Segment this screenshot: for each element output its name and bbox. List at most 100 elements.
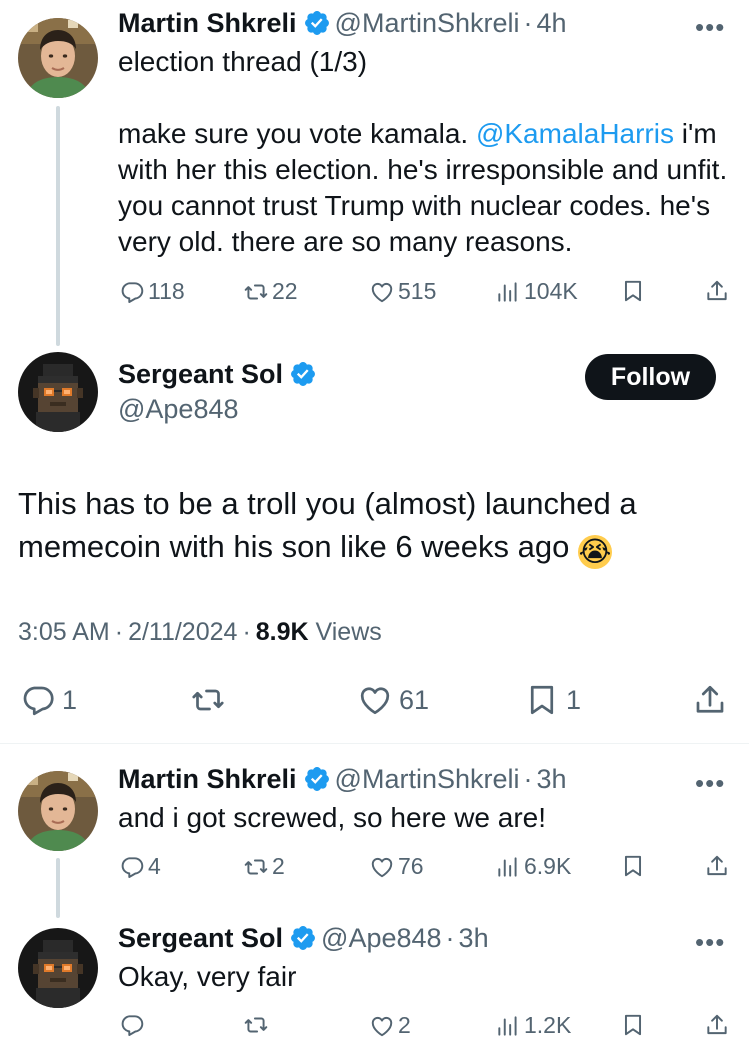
views-label: Views [308, 618, 382, 646]
repost-button[interactable] [190, 682, 226, 718]
author-name[interactable]: Sergeant Sol [118, 359, 283, 389]
reply-count: 118 [148, 278, 185, 304]
verified-badge-icon [289, 360, 317, 388]
tweet-meta: 3:05 AM · 2/11/2024 · 8.9K Views [18, 618, 382, 647]
heart-icon [369, 279, 395, 305]
bookmark-icon [620, 278, 646, 304]
bookmark-button[interactable] [620, 853, 646, 879]
reply-button[interactable] [119, 1012, 145, 1038]
repost-count: 22 [272, 278, 298, 304]
separator: · [445, 923, 455, 953]
follow-button[interactable]: Follow [585, 354, 716, 400]
share-icon [704, 278, 730, 304]
tweet-date[interactable]: 2/11/2024 [128, 618, 237, 646]
author-handle[interactable]: @MartinShkreli [335, 764, 520, 794]
views-button[interactable]: 1.2K [495, 1012, 571, 1039]
tweet-header: Martin Shkreli @MartinShkreli · 3h [118, 764, 567, 795]
tweet-text: This has to be a troll you (almost) laun… [18, 482, 718, 569]
reply-icon [119, 1012, 145, 1038]
share-icon [692, 682, 728, 718]
tweet-text: and i got screwed, so here we are! [118, 802, 547, 833]
heart-icon [369, 854, 395, 880]
heart-icon [369, 1013, 395, 1039]
views-button[interactable]: 6.9K [495, 853, 571, 880]
author-handle[interactable]: @MartinShkreli [335, 8, 520, 38]
avatar[interactable] [18, 352, 98, 432]
views-icon [495, 854, 521, 880]
separator: · [523, 764, 533, 794]
reply-icon [119, 279, 145, 305]
views-count: 1.2K [524, 1012, 572, 1038]
tweet-header: Martin Shkreli @MartinShkreli · 4h [118, 8, 567, 39]
reply-count: 1 [62, 684, 78, 715]
repost-icon [243, 854, 269, 880]
like-count: 2 [398, 1012, 411, 1038]
bookmark-icon [524, 682, 560, 718]
more-options-icon[interactable]: ••• [695, 768, 725, 799]
verified-badge-icon [289, 924, 317, 952]
timestamp[interactable]: 3h [459, 923, 489, 953]
bookmark-count: 1 [566, 684, 582, 715]
crying-emoji: 😭 [578, 535, 612, 569]
views-button[interactable]: 104K [495, 278, 578, 305]
timestamp[interactable]: 4h [537, 8, 567, 38]
more-options-icon[interactable]: ••• [695, 927, 725, 958]
views-icon [495, 279, 521, 305]
avatar[interactable] [18, 18, 98, 98]
share-icon [704, 853, 730, 879]
bookmark-button[interactable]: 1 [524, 682, 581, 718]
repost-icon [190, 682, 226, 718]
timestamp[interactable]: 3h [537, 764, 567, 794]
separator: · [523, 8, 533, 38]
verified-badge-icon [303, 765, 331, 793]
tweet-time[interactable]: 3:05 AM [18, 618, 110, 646]
views-count: 6.9K [524, 853, 572, 879]
repost-button[interactable]: 22 [243, 278, 298, 305]
repost-button[interactable] [243, 1012, 269, 1038]
share-button[interactable] [704, 1012, 730, 1038]
bookmark-button[interactable] [620, 278, 646, 304]
tweet-header: Sergeant Sol @Ape848 · 3h [118, 923, 489, 954]
tweet-text: Okay, very fair [118, 961, 297, 992]
repost-button[interactable]: 2 [243, 853, 285, 880]
reply-button[interactable]: 118 [119, 278, 185, 305]
like-button[interactable]: 61 [357, 682, 429, 718]
bookmark-icon [620, 1012, 646, 1038]
author-handle[interactable]: @Ape848 [321, 923, 442, 953]
like-button[interactable]: 2 [369, 1012, 411, 1039]
separator: · [242, 618, 251, 646]
separator: · [114, 618, 124, 646]
share-button[interactable] [692, 682, 728, 718]
more-options-icon[interactable]: ••• [695, 12, 725, 43]
tweet-text-part: This has to be a troll you (almost) laun… [18, 486, 637, 564]
like-count: 515 [398, 278, 437, 304]
share-button[interactable] [704, 853, 730, 879]
tweet-text-line1: election thread (1/3) [118, 46, 368, 77]
thread-line [56, 106, 60, 346]
divider [0, 743, 749, 744]
reply-icon [119, 854, 145, 880]
tweet-text: make sure you vote kamala. @KamalaHarris… [118, 116, 736, 260]
reply-button[interactable]: 1 [20, 682, 77, 718]
share-button[interactable] [704, 278, 730, 304]
verified-badge-icon [303, 9, 331, 37]
share-icon [704, 1012, 730, 1038]
repost-icon [243, 279, 269, 305]
avatar[interactable] [18, 928, 98, 1008]
like-count: 76 [398, 853, 424, 879]
author-name[interactable]: Martin Shkreli [118, 8, 297, 38]
like-count: 61 [399, 684, 430, 715]
bookmark-button[interactable] [620, 1012, 646, 1038]
author-name[interactable]: Sergeant Sol [118, 923, 283, 953]
like-button[interactable]: 76 [369, 853, 424, 880]
author-handle[interactable]: @Ape848 [118, 394, 239, 425]
mention-link[interactable]: @KamalaHarris [476, 118, 674, 149]
heart-icon [357, 682, 393, 718]
views-icon [495, 1013, 521, 1039]
avatar[interactable] [18, 771, 98, 851]
tweet-text-part: make sure you vote kamala. [118, 118, 476, 149]
reply-button[interactable]: 4 [119, 853, 161, 880]
like-button[interactable]: 515 [369, 278, 436, 305]
author-name[interactable]: Martin Shkreli [118, 764, 297, 794]
thread-line [56, 858, 60, 918]
